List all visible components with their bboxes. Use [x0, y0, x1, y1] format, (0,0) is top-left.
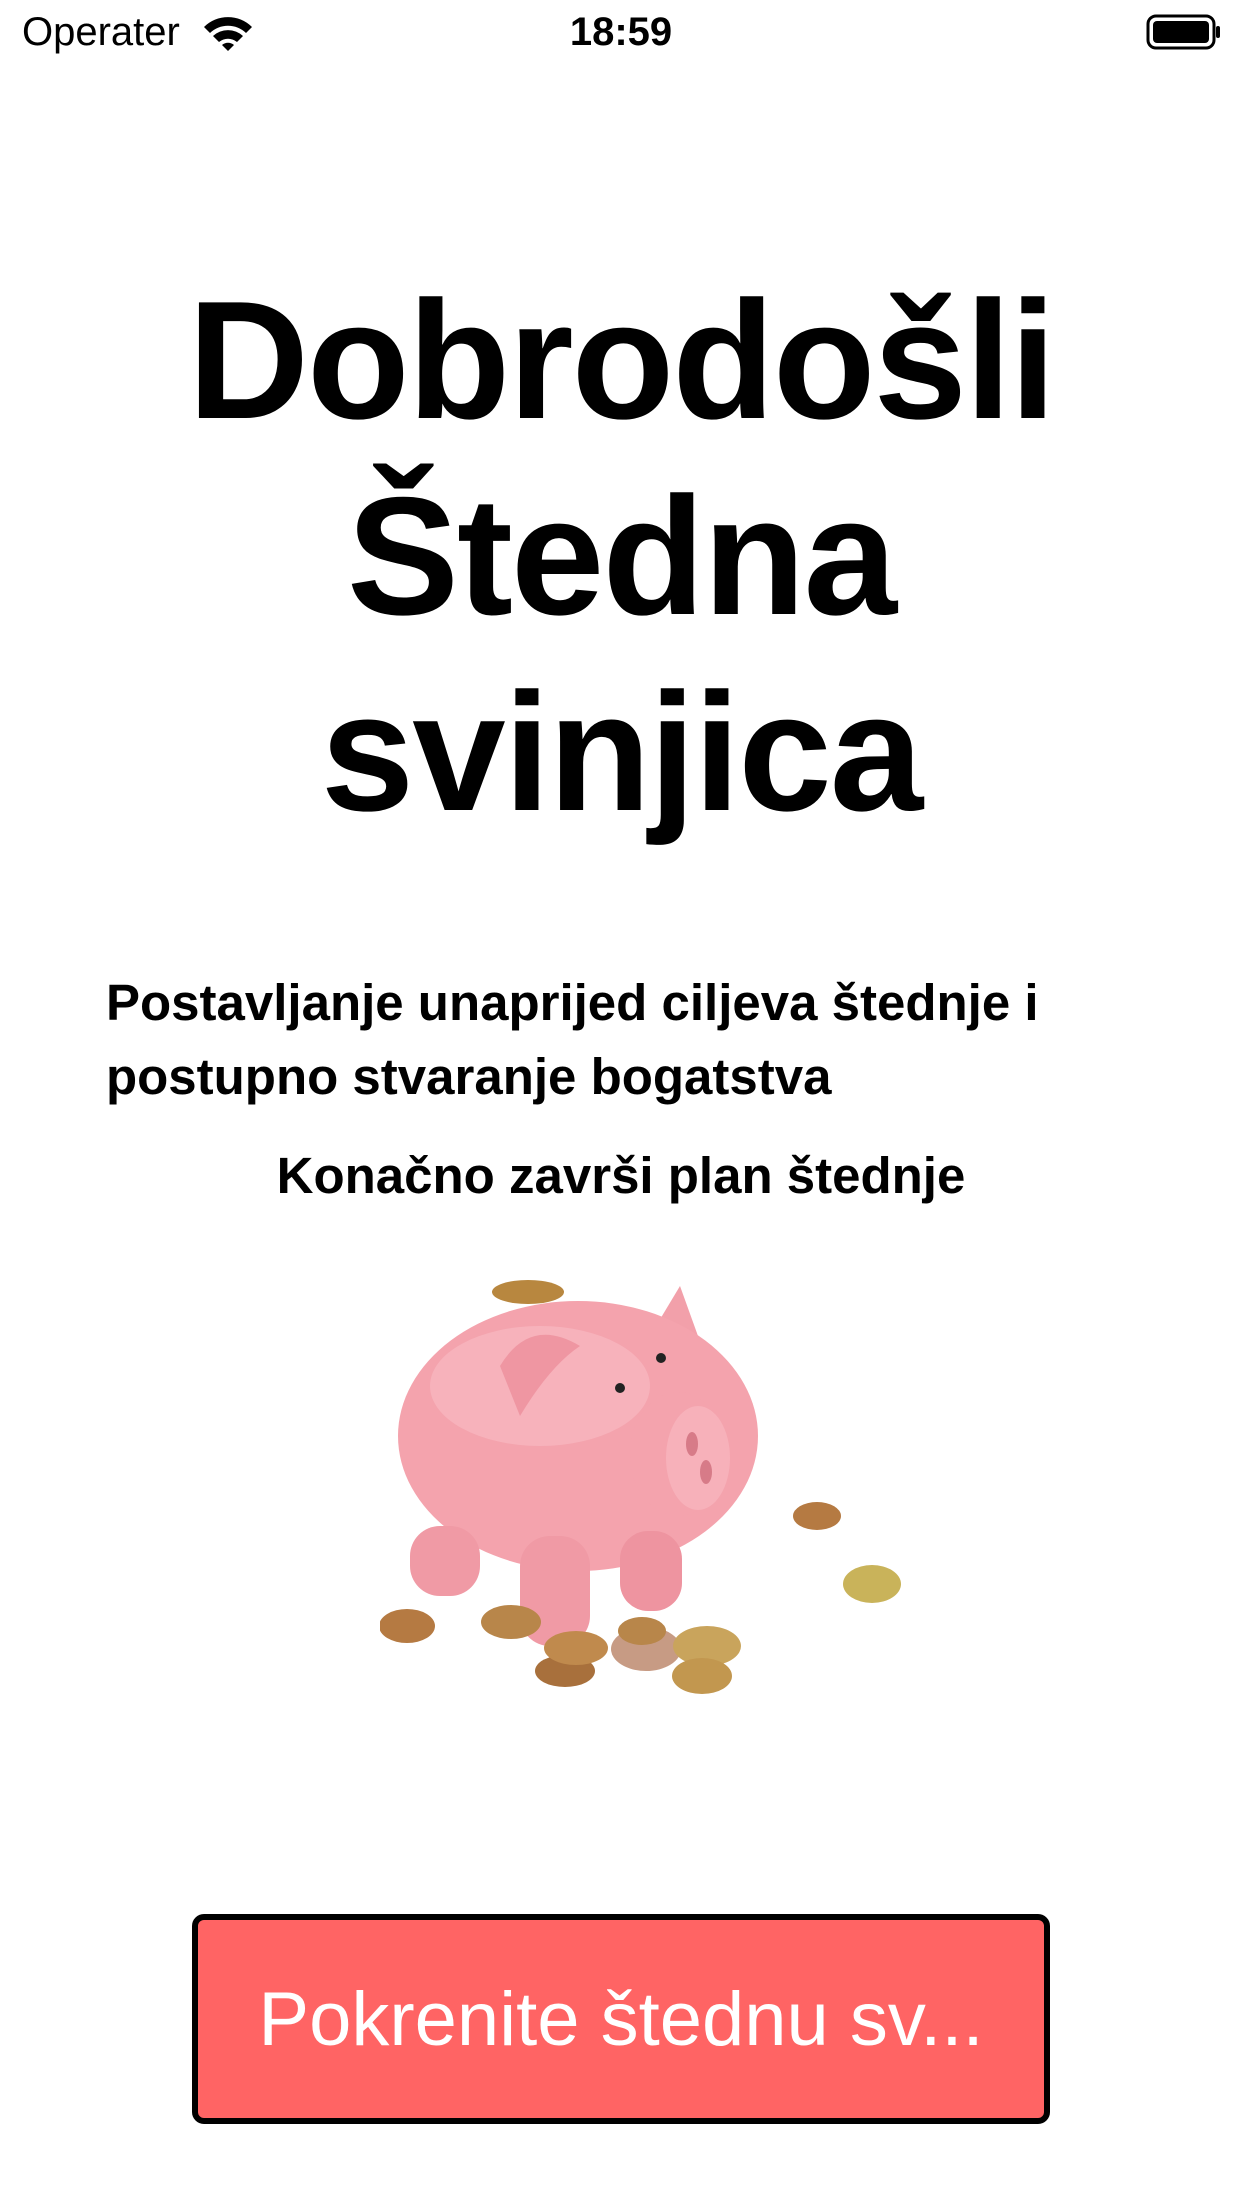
welcome-title-line: Dobrodošli [187, 266, 1057, 454]
status-bar: Operater 18:59 [0, 0, 1242, 66]
piggy-bank-with-coins-icon [380, 1280, 901, 1694]
welcome-subtitle: Postavljanje unaprijed ciljeva štednje i… [106, 974, 1039, 1105]
battery-icon [1146, 14, 1220, 50]
welcome-title-line: Štedna [346, 462, 897, 650]
welcome-title: Dobrodošli Štedna svinjica [0, 262, 1242, 850]
status-time: 18:59 [569, 10, 673, 54]
welcome-title-line: svinjica [320, 658, 923, 846]
start-piggy-bank-button[interactable]: Pokrenite štednu sv... [192, 1914, 1050, 2124]
welcome-tagline: Konačno završi plan štednje [276, 1147, 966, 1204]
